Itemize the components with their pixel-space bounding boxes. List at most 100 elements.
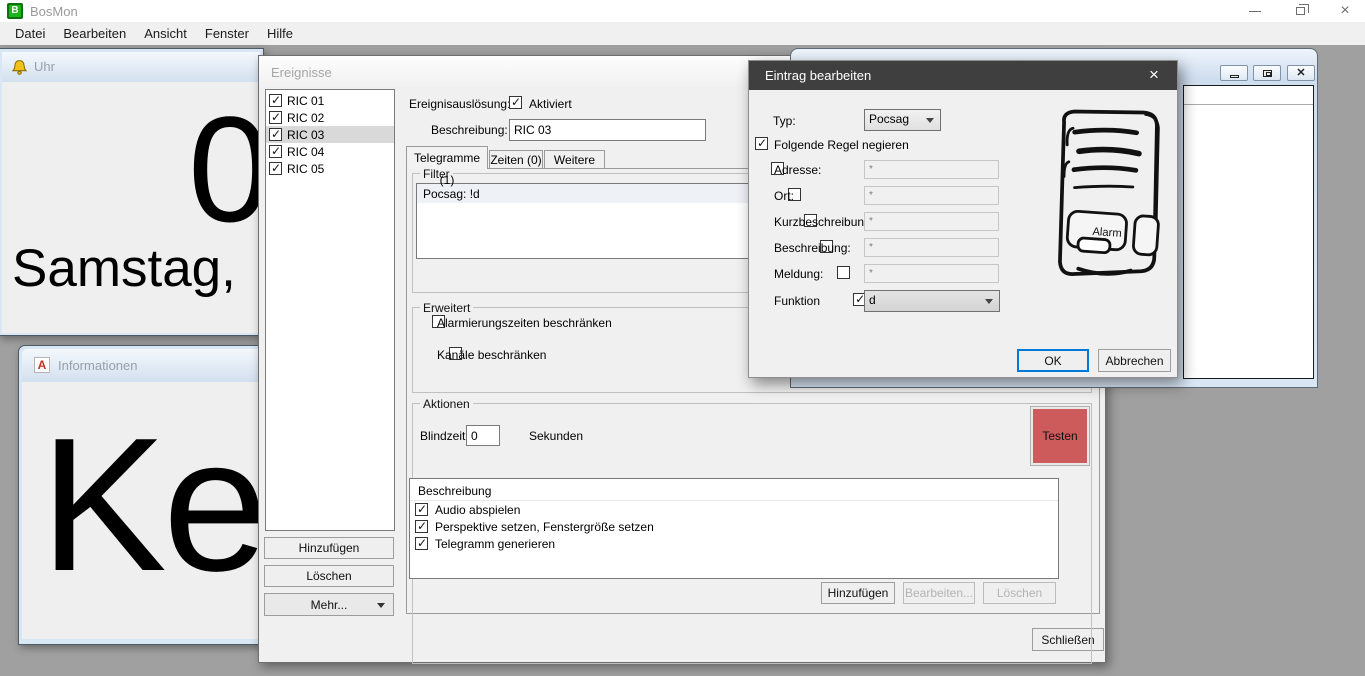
beschreibung-input: * <box>864 238 999 257</box>
alarmzeiten-label: Alarmierungszeiten beschränken <box>437 316 612 330</box>
tab-telegramme[interactable]: Telegramme (1) <box>406 146 488 169</box>
blindzeit-label: Blindzeit: <box>420 429 469 443</box>
checkbox-ric02[interactable] <box>269 111 282 124</box>
kanaele-label: Kanäle beschränken <box>437 348 546 362</box>
ric-label: RIC 05 <box>287 162 324 176</box>
pager-illustration: Alarm <box>1027 103 1177 293</box>
checkbox-ric01[interactable] <box>269 94 282 107</box>
info-a-icon: A <box>34 357 50 373</box>
pager-alarm-button-label: Alarm <box>1092 226 1122 240</box>
app-titlebar[interactable]: B BosMon × <box>0 0 1365 22</box>
telegramm-checkbox[interactable] <box>415 537 428 550</box>
menu-ansicht[interactable]: Ansicht <box>135 22 196 46</box>
action-label: Telegramm generieren <box>435 537 555 551</box>
ric-list-item[interactable]: RIC 01 <box>266 92 394 109</box>
typ-combobox[interactable]: Pocsag <box>864 109 941 131</box>
checkbox-ric03[interactable] <box>269 128 282 141</box>
dialog-title: Eintrag bearbeiten <box>765 68 871 83</box>
ric-label: RIC 04 <box>287 145 324 159</box>
minimize-icon <box>1249 11 1261 12</box>
aktiviert-checkbox[interactable] <box>509 96 522 109</box>
dialog-titlebar[interactable]: Eintrag bearbeiten × <box>749 61 1177 90</box>
close-button[interactable]: × <box>1325 0 1365 22</box>
checkbox-ric05[interactable] <box>269 162 282 175</box>
close-icon: ✕ <box>1288 66 1314 80</box>
testen-button-frame: Testen <box>1030 406 1090 466</box>
ric-list-item[interactable]: RIC 02 <box>266 109 394 126</box>
chevron-down-icon <box>926 118 934 123</box>
erweitert-groupbox-label: Erweitert <box>420 301 473 315</box>
ric-list-item[interactable]: RIC 05 <box>266 160 394 177</box>
description-input[interactable]: RIC 03 <box>509 119 706 141</box>
checkbox-ric04[interactable] <box>269 145 282 158</box>
minimize-icon <box>1230 75 1239 78</box>
action-delete-button: Löschen <box>983 582 1056 604</box>
dialog-close-button[interactable]: × <box>1137 61 1171 90</box>
aktiviert-label: Aktiviert <box>529 97 572 111</box>
funktion-combobox[interactable]: d <box>864 290 1000 312</box>
bell-icon <box>11 59 28 76</box>
clock-digit: 0 <box>188 94 260 244</box>
actions-column-header: Beschreibung <box>410 479 1058 501</box>
ok-button[interactable]: OK <box>1017 349 1089 372</box>
action-label: Perspektive setzen, Fenstergröße setzen <box>435 520 654 534</box>
mdi-minimize-button[interactable] <box>1220 65 1248 81</box>
tab-zeiten[interactable]: Zeiten (0) <box>489 150 543 169</box>
action-list-item[interactable]: Telegramm generieren <box>410 535 1058 552</box>
menu-fenster[interactable]: Fenster <box>196 22 258 46</box>
typ-label: Typ: <box>773 114 796 128</box>
description-label: Beschreibung: <box>431 123 508 137</box>
informationen-title: Informationen <box>58 358 138 373</box>
background-window-header-row <box>1184 86 1313 105</box>
ric-listbox: RIC 01 RIC 02 RIC 03 RIC 04 RIC 05 <box>265 89 395 531</box>
informationen-big-text: Kei <box>40 410 266 600</box>
chevron-down-icon <box>377 603 385 608</box>
aktionen-groupbox-label: Aktionen <box>420 397 473 411</box>
uhr-titlebar[interactable]: Uhr <box>2 52 260 82</box>
ric-add-button[interactable]: Hinzufügen <box>264 537 394 559</box>
beschreibung-label: Beschreibung: <box>774 241 851 255</box>
restore-button[interactable] <box>1280 0 1320 22</box>
action-list-item[interactable]: Audio abspielen <box>410 501 1058 518</box>
adresse-label: Adresse: <box>774 163 821 177</box>
negate-checkbox[interactable] <box>755 137 768 150</box>
menu-bearbeiten[interactable]: Bearbeiten <box>54 22 135 46</box>
adresse-input: * <box>864 160 999 179</box>
typ-value: Pocsag <box>869 112 909 126</box>
ric-delete-button[interactable]: Löschen <box>264 565 394 587</box>
blindzeit-input[interactable]: 0 <box>466 425 500 446</box>
informationen-window: A Informationen Kei <box>18 345 270 645</box>
eintrag-bearbeiten-dialog: Eintrag bearbeiten × Typ: Pocsag Folgend… <box>748 60 1178 378</box>
bosmon-application: B BosMon × Datei Bearbeiten Ansicht Fens… <box>0 0 1365 676</box>
kurzbeschreibung-label: Kurzbeschreibung: <box>774 215 874 229</box>
ric-more-button[interactable]: Mehr... <box>264 593 394 616</box>
action-edit-button: Bearbeiten... <box>903 582 975 604</box>
ric-list-item-selected[interactable]: RIC 03 <box>266 126 394 143</box>
actions-listview: Beschreibung Audio abspielen Perspektive… <box>409 478 1059 579</box>
action-add-button[interactable]: Hinzufügen <box>821 582 895 604</box>
ric-list-item[interactable]: RIC 04 <box>266 143 394 160</box>
abbrechen-button[interactable]: Abbrechen <box>1098 349 1171 372</box>
trigger-label: Ereignisauslösung: <box>409 97 510 111</box>
ric-label: RIC 03 <box>287 128 324 142</box>
minimize-button[interactable] <box>1235 0 1275 22</box>
app-title: BosMon <box>30 4 78 19</box>
menu-hilfe[interactable]: Hilfe <box>258 22 302 46</box>
action-list-item[interactable]: Perspektive setzen, Fenstergröße setzen <box>410 518 1058 535</box>
tab-weitere[interactable]: Weitere (0) <box>544 150 605 169</box>
menu-datei[interactable]: Datei <box>6 22 54 46</box>
informationen-content: Kei <box>22 382 266 639</box>
funktion-value: d <box>869 293 876 307</box>
meldung-checkbox[interactable] <box>837 266 850 279</box>
mdi-restore-button[interactable] <box>1253 65 1281 81</box>
audio-checkbox[interactable] <box>415 503 428 516</box>
perspektive-checkbox[interactable] <box>415 520 428 533</box>
restore-icon <box>1263 70 1272 77</box>
informationen-titlebar[interactable]: A Informationen <box>22 349 266 382</box>
close-icon: × <box>1340 2 1349 19</box>
testen-button[interactable]: Testen <box>1033 409 1087 463</box>
mdi-close-button[interactable]: ✕ <box>1287 65 1315 81</box>
sekunden-label: Sekunden <box>529 429 583 443</box>
meldung-input: * <box>864 264 999 283</box>
uhr-title: Uhr <box>34 59 55 74</box>
